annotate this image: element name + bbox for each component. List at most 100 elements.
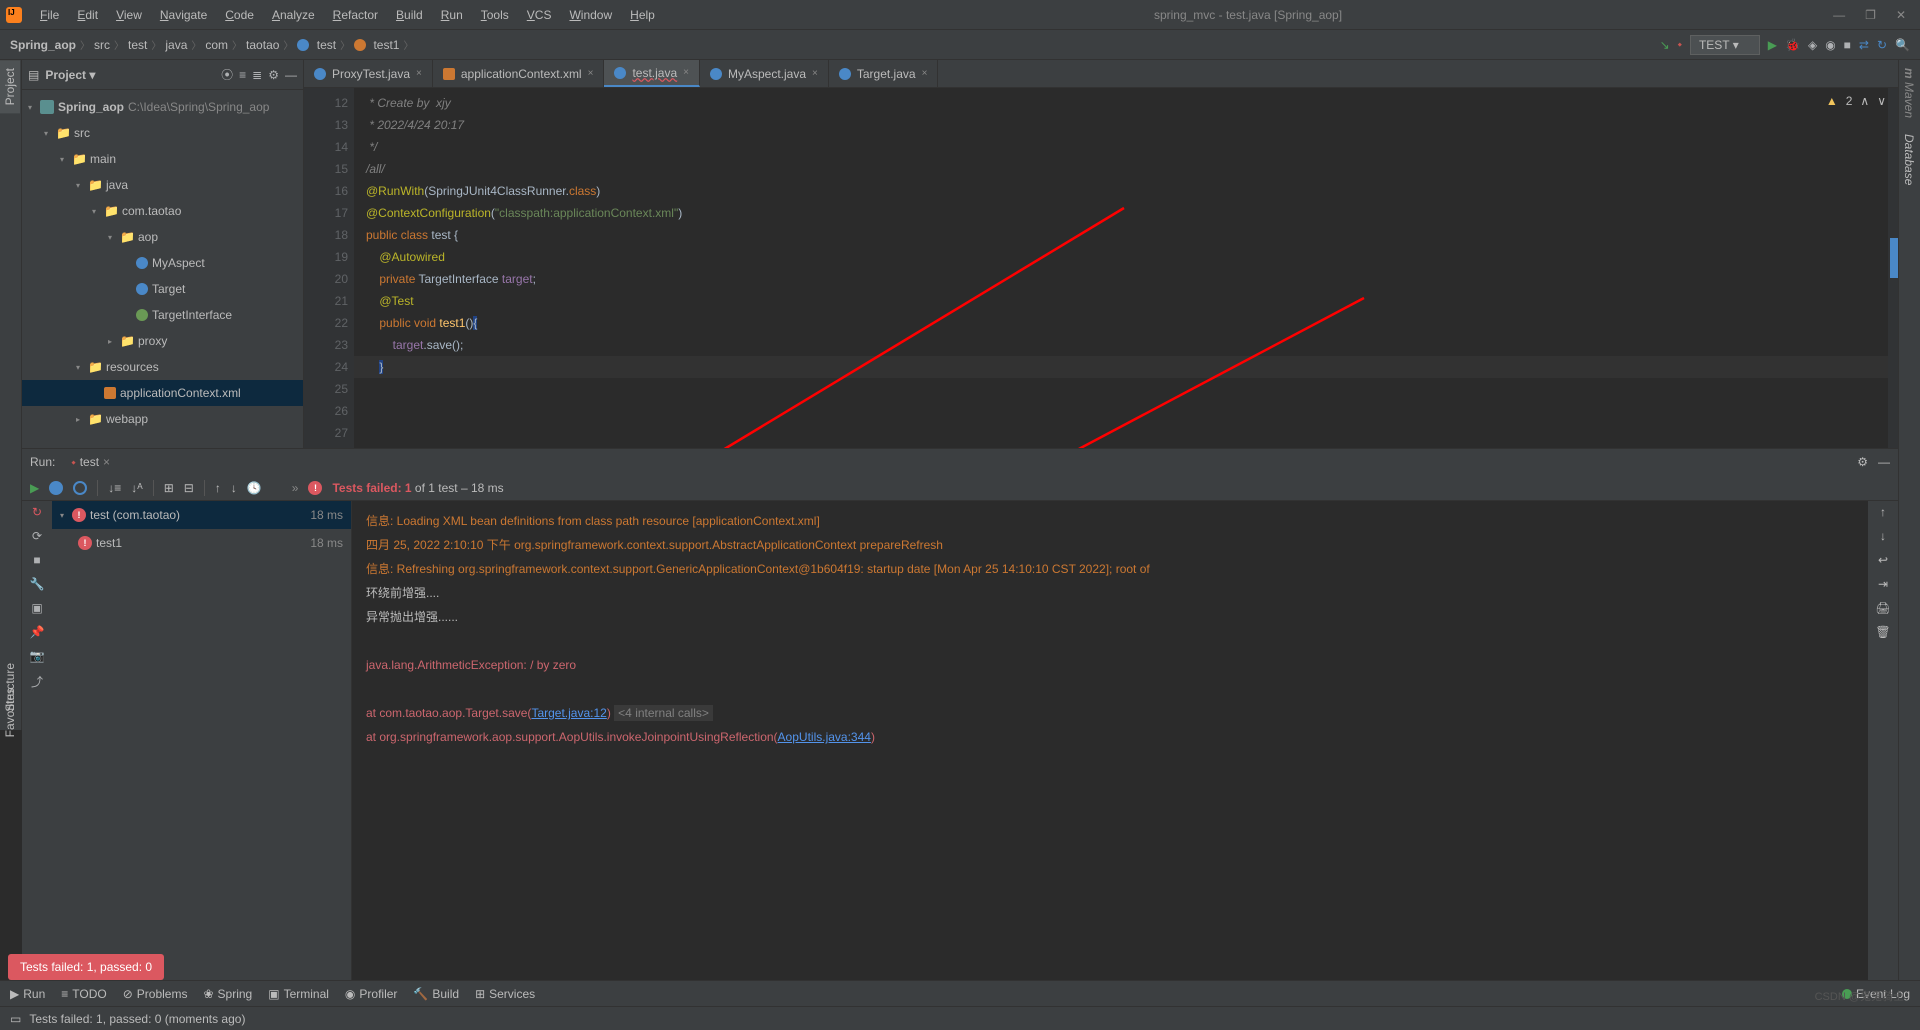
next-highlight-icon[interactable]: ∨ — [1877, 94, 1886, 108]
menu-analyze[interactable]: Analyze — [264, 5, 323, 25]
bottom-tool-profiler[interactable]: ◉Profiler — [345, 987, 398, 1001]
breadcrumb-item[interactable]: java — [165, 38, 187, 52]
run-config-select[interactable]: TEST ▾ — [1690, 35, 1760, 55]
error-stripe-mark[interactable] — [1890, 238, 1898, 278]
menu-edit[interactable]: Edit — [69, 5, 106, 25]
menu-view[interactable]: View — [108, 5, 150, 25]
bottom-tool-services[interactable]: ⊞Services — [475, 987, 535, 1001]
bottom-tool-build[interactable]: 🔨Build — [413, 987, 459, 1001]
profile-icon[interactable]: ◉ — [1825, 38, 1835, 52]
coverage-icon[interactable]: ◈ — [1808, 38, 1817, 52]
sort-icon[interactable]: ↓≡ — [108, 481, 121, 495]
project-panel-title[interactable]: Project ▾ — [45, 68, 95, 82]
pin-icon[interactable]: 📌 — [30, 625, 45, 639]
tree-row[interactable]: applicationContext.xml — [22, 380, 303, 406]
stop-icon[interactable]: ■ — [33, 553, 40, 567]
test-result-popup[interactable]: Tests failed: 1, passed: 0 — [8, 954, 164, 980]
database-tool-tab[interactable]: Database — [1899, 126, 1919, 193]
test-history-icon[interactable]: 🕓 — [247, 481, 262, 495]
menu-code[interactable]: Code — [217, 5, 262, 25]
close-tab-icon[interactable]: × — [588, 68, 594, 79]
search-icon[interactable]: 🔍 — [1895, 38, 1910, 52]
editor[interactable]: 12131415161718192021222324252627 * Creat… — [304, 88, 1898, 448]
editor-tab[interactable]: test.java× — [604, 60, 700, 87]
build-icon[interactable]: ↘ — [1660, 38, 1670, 52]
breadcrumb-item[interactable]: test1 — [354, 38, 399, 52]
collapse-icon[interactable]: ⊟ — [184, 481, 194, 495]
close-tab-icon[interactable]: × — [416, 68, 422, 79]
tree-row[interactable]: ▾📁com.taotao — [22, 198, 303, 224]
print-icon[interactable]: 🖨 — [1875, 601, 1890, 615]
tree-row[interactable]: ▸📁webapp — [22, 406, 303, 432]
run-tab[interactable]: ⬩ test × — [65, 453, 116, 472]
project-tool-tab[interactable]: Project — [0, 60, 20, 113]
rerun-failed-icon[interactable]: ↻ — [32, 505, 42, 519]
project-tree[interactable]: ▾Spring_aop C:\Idea\Spring\Spring_aop▾📁s… — [22, 90, 303, 446]
menu-tools[interactable]: Tools — [473, 5, 517, 25]
menu-help[interactable]: Help — [622, 5, 663, 25]
breadcrumb-item[interactable]: com — [205, 38, 228, 52]
bottom-tool-problems[interactable]: ⊘Problems — [123, 987, 188, 1001]
hide-icon[interactable]: — — [285, 68, 297, 82]
run-icon[interactable]: ▶ — [1768, 38, 1777, 52]
debug-icon[interactable]: 🐞 — [1785, 38, 1800, 52]
update-icon[interactable]: ↻ — [1877, 38, 1887, 52]
expand-icon[interactable]: ⊞ — [164, 481, 174, 495]
tree-row[interactable]: ▾📁resources — [22, 354, 303, 380]
breadcrumb-item[interactable]: src — [94, 38, 110, 52]
test-console[interactable]: 信息: Loading XML bean definitions from cl… — [352, 501, 1868, 980]
breadcrumb-item[interactable]: taotao — [246, 38, 279, 52]
minimize-icon[interactable]: — — [1833, 8, 1845, 22]
editor-tab[interactable]: MyAspect.java× — [700, 60, 829, 87]
scroll-down-icon[interactable]: ↓ — [1880, 529, 1886, 543]
close-tab-icon[interactable]: × — [683, 67, 689, 78]
tree-row[interactable]: ▾📁aop — [22, 224, 303, 250]
show-ignored-icon[interactable] — [73, 481, 87, 495]
test-tree-row[interactable]: ! test118 ms — [52, 529, 351, 557]
toggle-auto-icon[interactable]: ⟳ — [32, 529, 42, 543]
tree-row[interactable]: ▾Spring_aop C:\Idea\Spring\Spring_aop — [22, 94, 303, 120]
wrench-icon[interactable]: 🔧 — [30, 577, 45, 591]
editor-tab[interactable]: applicationContext.xml× — [433, 60, 605, 87]
breadcrumb-item[interactable]: Spring_aop — [10, 38, 76, 52]
close-tab-icon[interactable]: × — [922, 68, 928, 79]
favorites-tool-tab[interactable]: Favorites — [0, 680, 20, 745]
editor-code[interactable]: * Create by xjy * 2022/4/24 20:17 *//all… — [354, 88, 1898, 448]
tree-row[interactable]: TargetInterface — [22, 302, 303, 328]
collapse-all-icon[interactable]: ≣ — [252, 68, 262, 82]
next-fail-icon[interactable]: ↓ — [231, 481, 237, 495]
menu-build[interactable]: Build — [388, 5, 431, 25]
select-opened-file-icon[interactable]: ⦿ — [221, 66, 233, 83]
menu-refactor[interactable]: Refactor — [325, 5, 386, 25]
rerun-icon[interactable]: ▶ — [30, 481, 39, 495]
export-icon[interactable]: ⤴ — [31, 673, 43, 690]
scroll-up-icon[interactable]: ↑ — [1880, 505, 1886, 519]
scroll-to-end-icon[interactable]: ⇥ — [1878, 577, 1888, 591]
maximize-icon[interactable]: ❐ — [1865, 8, 1876, 22]
clear-icon[interactable]: 🗑 — [1875, 625, 1890, 639]
test-tree[interactable]: ▾! test (com.taotao)18 ms! test118 ms — [52, 501, 352, 980]
prev-fail-icon[interactable]: ↑ — [215, 481, 221, 495]
maven-tool-tab[interactable]: m Maven — [1899, 60, 1919, 126]
bottom-tool-todo[interactable]: ≡TODO — [61, 987, 106, 1001]
git-icon[interactable]: ⇄ — [1859, 38, 1869, 52]
test-tree-row[interactable]: ▾! test (com.taotao)18 ms — [52, 501, 351, 529]
layout-icon[interactable]: ▣ — [31, 601, 42, 615]
menu-navigate[interactable]: Navigate — [152, 5, 215, 25]
run-hide-icon[interactable]: — — [1878, 455, 1890, 469]
show-passed-icon[interactable] — [49, 481, 63, 495]
close-tab-icon[interactable]: × — [812, 68, 818, 79]
expand-all-icon[interactable]: ≡ — [239, 68, 246, 82]
tree-row[interactable]: ▾📁src — [22, 120, 303, 146]
stop-icon[interactable]: ■ — [1844, 38, 1851, 52]
tree-row[interactable]: Target — [22, 276, 303, 302]
breadcrumb-item[interactable]: test — [128, 38, 147, 52]
run-settings-icon[interactable]: ⚙ — [1857, 455, 1868, 469]
bottom-tool-terminal[interactable]: ▣Terminal — [268, 987, 329, 1001]
tree-row[interactable]: ▾📁java — [22, 172, 303, 198]
camera-icon[interactable]: 📷 — [30, 649, 45, 663]
bottom-tool-run[interactable]: ▶Run — [10, 987, 45, 1001]
status-icon[interactable]: ▭ — [10, 1012, 21, 1026]
editor-tab[interactable]: ProxyTest.java× — [304, 60, 433, 87]
menu-file[interactable]: File — [32, 5, 67, 25]
